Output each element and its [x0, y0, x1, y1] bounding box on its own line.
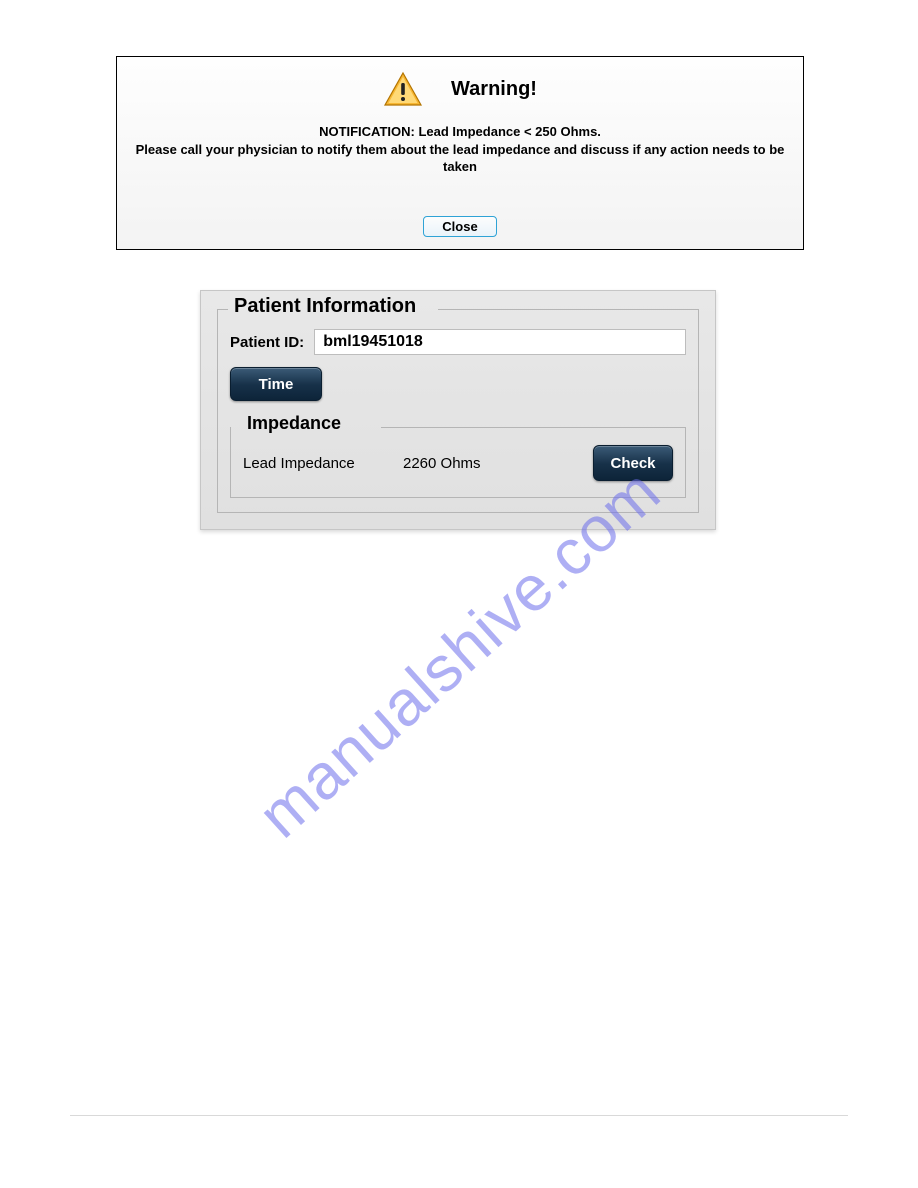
patient-info-panel: Patient Information Patient ID: Time Imp…	[200, 290, 716, 530]
warning-notification-line: NOTIFICATION: Lead Impedance < 250 Ohms.	[129, 123, 791, 141]
patient-info-legend: Patient Information	[228, 295, 422, 318]
lead-impedance-value: 2260 Ohms	[403, 455, 593, 472]
impedance-legend: Impedance	[241, 413, 347, 434]
close-button[interactable]: Close	[423, 216, 496, 237]
lead-impedance-label: Lead Impedance	[243, 455, 403, 472]
patient-id-label: Patient ID:	[230, 334, 304, 351]
patient-id-row: Patient ID:	[230, 329, 686, 355]
impedance-row: Lead Impedance 2260 Ohms Check	[243, 445, 673, 481]
warning-icon	[383, 71, 423, 107]
warning-title: Warning!	[451, 78, 537, 101]
check-button[interactable]: Check	[593, 445, 673, 481]
warning-body: NOTIFICATION: Lead Impedance < 250 Ohms.…	[117, 117, 803, 216]
warning-header: Warning!	[117, 57, 803, 117]
impedance-fieldset: Impedance Lead Impedance 2260 Ohms Check	[230, 427, 686, 498]
footer-divider	[70, 1115, 848, 1116]
patient-info-fieldset: Patient Information Patient ID: Time Imp…	[217, 309, 699, 513]
warning-dialog: Warning! NOTIFICATION: Lead Impedance < …	[116, 56, 804, 250]
time-button[interactable]: Time	[230, 367, 322, 401]
patient-id-input[interactable]	[314, 329, 686, 355]
warning-instruction-line: Please call your physician to notify the…	[129, 141, 791, 176]
